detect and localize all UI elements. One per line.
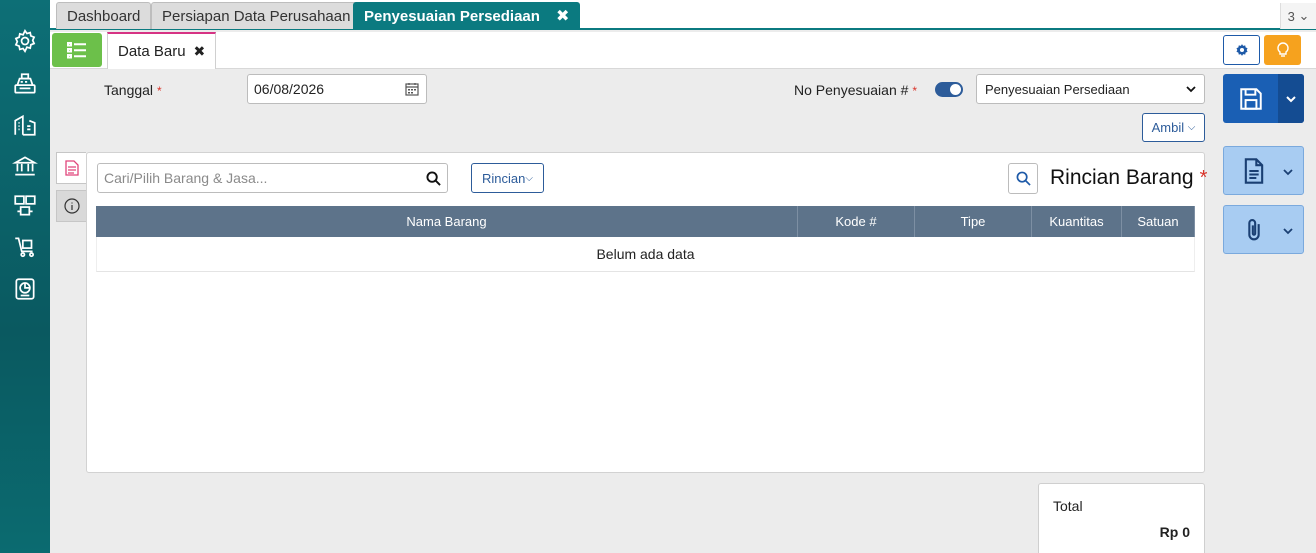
panel-title-text: Rincian Barang [1050, 166, 1194, 189]
item-search-box [97, 163, 448, 193]
save-options-dropdown[interactable] [1278, 74, 1304, 123]
col-kuantitas[interactable]: Kuantitas [1032, 206, 1122, 237]
document-icon [1244, 158, 1264, 184]
search-icon [1016, 171, 1031, 186]
col-nama-barang[interactable]: Nama Barang [96, 206, 798, 237]
chevron-down-icon [1286, 95, 1296, 102]
penyesuaian-type-select[interactable]: Penyesuaian Persediaan [976, 74, 1205, 104]
sidebar [0, 0, 50, 553]
grid-header: Nama Barang Kode # Tipe Kuantitas Satuan [96, 206, 1195, 237]
total-box: Total Rp 0 [1038, 483, 1205, 553]
close-tab-icon[interactable]: ✖ [556, 6, 569, 26]
gear-icon [1235, 44, 1248, 56]
save-button[interactable] [1223, 74, 1278, 123]
chevron-down-icon [1186, 86, 1196, 93]
subtab-label: Data Baru [118, 43, 186, 60]
col-tipe[interactable]: Tipe [915, 206, 1032, 237]
info-icon [63, 198, 80, 214]
document-print-button[interactable] [1223, 146, 1304, 195]
subtab-data-baru[interactable]: Data Baru ✖ [107, 32, 217, 69]
search-icon[interactable] [426, 171, 441, 186]
paperclip-icon [1248, 219, 1260, 241]
tab-persiapan-label: Persiapan Data Perusahaan [162, 7, 351, 25]
inventory-boxes-icon[interactable] [11, 192, 39, 220]
building-icon[interactable] [11, 111, 39, 139]
tanggal-label: Tanggal * [104, 82, 162, 98]
tab-persiapan-data[interactable]: Persiapan Data Perusahaan [151, 2, 362, 29]
lightbulb-icon [1276, 42, 1289, 57]
col-kode[interactable]: Kode # [798, 206, 915, 237]
info-tab[interactable] [56, 190, 86, 222]
form-settings-button[interactable] [1223, 35, 1260, 65]
floppy-disk-icon [1239, 87, 1262, 110]
tips-button[interactable] [1264, 35, 1301, 65]
select-value: Penyesuaian Persediaan [985, 81, 1130, 97]
auto-number-toggle[interactable] [935, 82, 963, 97]
close-subtab-icon[interactable]: ✖ [194, 43, 206, 60]
bank-icon[interactable] [11, 152, 39, 180]
chevron-down-icon: ⌵ [525, 172, 533, 184]
rincian-barang-panel: Rincian⌵ Rincian Barang* Nama Barang Kod… [86, 152, 1207, 473]
tanggal-value: 06/08/2026 [254, 81, 325, 97]
col-satuan[interactable]: Satuan [1122, 206, 1195, 237]
tab-penyesuaian-persediaan[interactable]: Penyesuaian Persediaan ✖ [353, 2, 581, 29]
rincian-label: Rincian [482, 170, 526, 186]
required-mark: * [1199, 167, 1208, 189]
list-icon [67, 42, 86, 59]
chevron-down-icon [1283, 228, 1293, 235]
find-item-button[interactable] [1008, 163, 1038, 194]
panel-title: Rincian Barang * [1050, 166, 1207, 190]
required-mark: * [912, 84, 918, 98]
no-penyesuaian-text: No Penyesuaian # [794, 82, 909, 98]
total-value: Rp 0 [1159, 524, 1190, 540]
chevron-down-icon: ⌵ [1187, 122, 1196, 133]
cart-icon[interactable] [11, 233, 39, 261]
detail-items-tab[interactable] [56, 152, 86, 184]
ambil-label: Ambil [1151, 120, 1185, 135]
attachment-button[interactable] [1223, 205, 1304, 254]
total-label: Total [1053, 498, 1083, 514]
tab-count-value: 3 [1287, 8, 1295, 24]
required-mark: * [157, 84, 162, 98]
chevron-down-icon [1283, 169, 1293, 176]
rincian-dropdown-button[interactable]: Rincian ⌵ [471, 163, 544, 193]
top-tab-bar: Dashboard Persiapan Data Perusahaan Peny… [50, 0, 1316, 30]
ambil-button[interactable]: Ambil ⌵ [1142, 113, 1205, 142]
tab-dashboard[interactable]: Dashboard [56, 2, 152, 29]
items-grid: Nama Barang Kode # Tipe Kuantitas Satuan… [96, 206, 1195, 272]
tab-count-dropdown[interactable]: 3 ⌄ [1280, 3, 1316, 29]
chevron-down-icon: ⌄ [1298, 8, 1310, 23]
no-penyesuaian-label: No Penyesuaian # * [794, 82, 917, 98]
tanggal-date-input[interactable]: 06/08/2026 [247, 74, 427, 104]
calendar-icon[interactable] [405, 82, 419, 96]
settings-gear-icon[interactable] [11, 27, 39, 55]
item-list-icon [64, 160, 79, 176]
list-view-button[interactable] [52, 33, 102, 67]
tab-penyesuaian-label: Penyesuaian Persediaan [364, 7, 540, 25]
item-search-input[interactable] [98, 164, 408, 192]
grid-empty-message: Belum ada data [96, 237, 1195, 272]
tanggal-label-text: Tanggal [104, 82, 154, 98]
tab-dashboard-label: Dashboard [67, 7, 141, 25]
cash-register-icon[interactable] [11, 70, 39, 98]
sub-tab-bar: Data Baru ✖ [50, 32, 1316, 69]
save-button-group [1223, 74, 1304, 123]
report-chart-icon[interactable] [11, 275, 39, 303]
